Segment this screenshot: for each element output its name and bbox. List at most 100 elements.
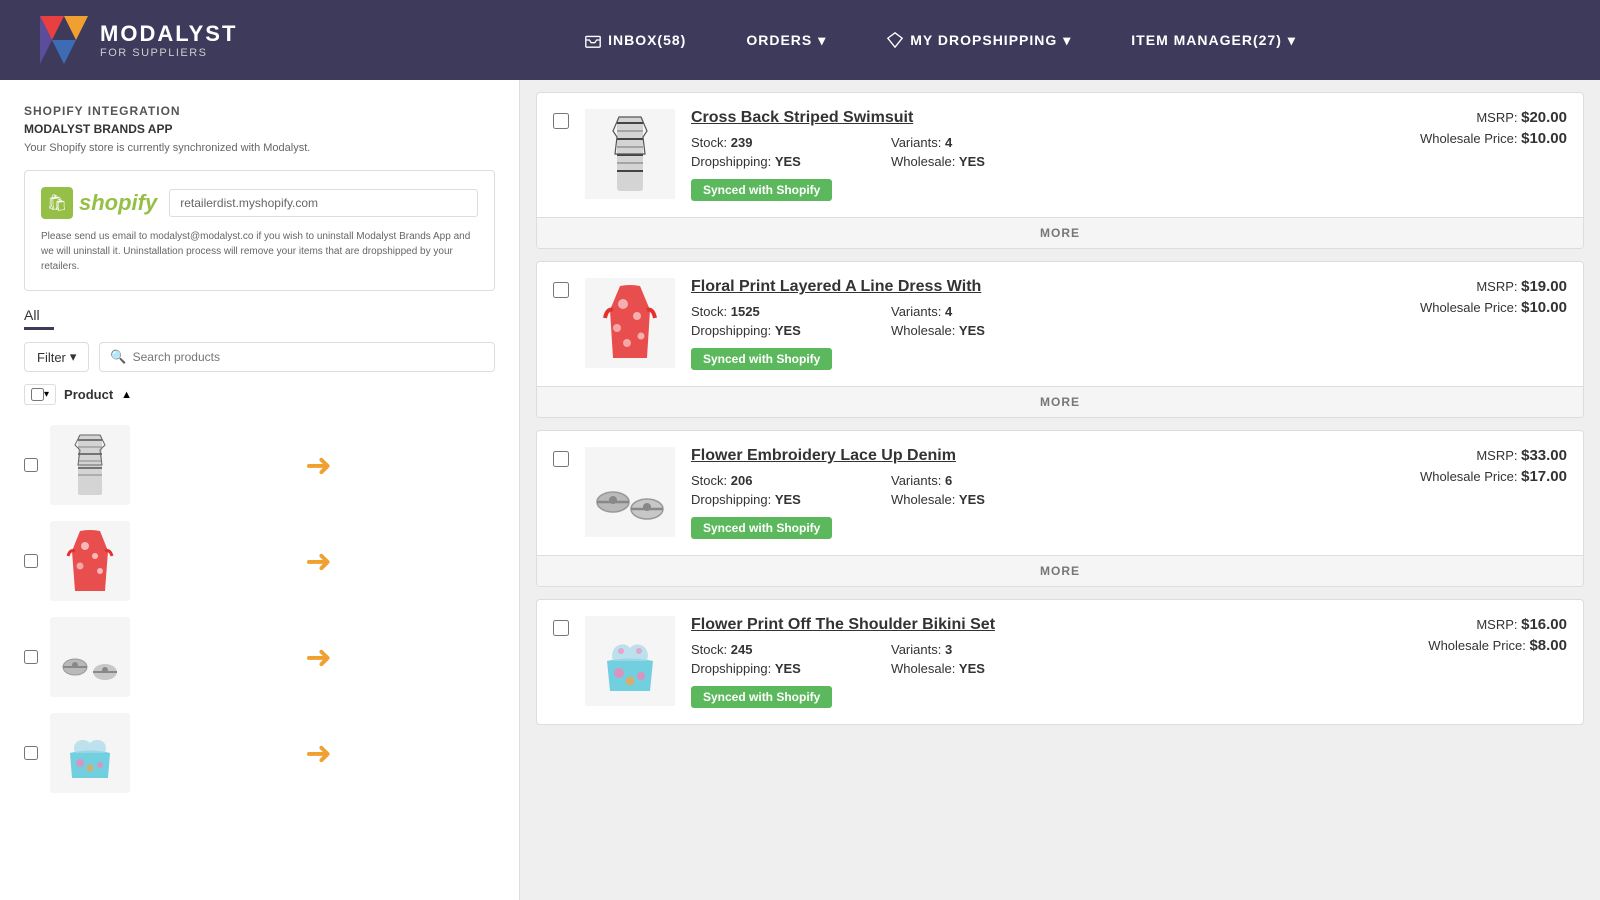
product-2-wholesale-label: Wholesale: YES bbox=[891, 323, 1091, 338]
product-4-wholesale-price: Wholesale Price: $8.00 bbox=[1367, 637, 1567, 654]
search-icon: 🔍 bbox=[110, 349, 126, 365]
shopify-url-input[interactable] bbox=[169, 189, 478, 217]
product-3-dropshipping: Dropshipping: YES bbox=[691, 492, 891, 507]
diamond-icon bbox=[886, 31, 904, 49]
dropshipping-chevron: ▾ bbox=[1063, 32, 1071, 49]
search-wrap[interactable]: 🔍 bbox=[99, 342, 495, 372]
product-3-name[interactable]: Flower Embroidery Lace Up Denim bbox=[691, 447, 1351, 465]
product-3-more[interactable]: MORE bbox=[537, 555, 1583, 586]
item-2-checkbox[interactable] bbox=[24, 554, 38, 568]
product-card-2-inner: Floral Print Layered A Line Dress With S… bbox=[537, 262, 1583, 386]
product-2-image bbox=[585, 278, 675, 368]
main-nav: INBOX(58) ORDERS ▾ MY DROPSHIPPING ▾ ITE… bbox=[320, 31, 1560, 49]
shopify-bag-icon: 🛍 bbox=[41, 187, 73, 219]
product-1-details: Cross Back Striped Swimsuit Stock: 239 V… bbox=[691, 109, 1351, 201]
product-col-label: Product bbox=[64, 387, 113, 402]
item-3-thumbnail bbox=[50, 617, 130, 697]
logo-title: MODALYST bbox=[100, 21, 237, 47]
product-2-price: MSRP: $19.00 Wholesale Price: $10.00 bbox=[1367, 278, 1567, 316]
shopify-note: Please send us email to modalyst@modalys… bbox=[41, 229, 478, 274]
list-item: ➜ bbox=[24, 417, 495, 513]
product-1-more[interactable]: MORE bbox=[537, 217, 1583, 248]
product-3-checkbox[interactable] bbox=[553, 451, 569, 467]
filter-button[interactable]: Filter ▾ bbox=[24, 342, 89, 372]
shopify-row: 🛍 shopify bbox=[41, 187, 478, 219]
item-3-arrow: ➜ bbox=[142, 638, 495, 676]
item-4-thumbnail bbox=[50, 713, 130, 793]
orders-chevron: ▾ bbox=[818, 32, 826, 49]
logo-icon bbox=[40, 16, 88, 64]
product-card-3: Flower Embroidery Lace Up Denim Stock: 2… bbox=[536, 430, 1584, 587]
product-4-checkbox[interactable] bbox=[553, 620, 569, 636]
product-4-stock: Stock: 245 bbox=[691, 642, 891, 657]
item-2-thumbnail bbox=[50, 521, 130, 601]
thumbnail-list: ➜ ➜ bbox=[24, 417, 495, 801]
item-manager-chevron: ▾ bbox=[1288, 32, 1296, 49]
product-3-image bbox=[585, 447, 675, 537]
product-card-4-inner: Flower Print Off The Shoulder Bikini Set… bbox=[537, 600, 1583, 724]
inbox-icon bbox=[584, 31, 602, 49]
sidebar: SHOPIFY INTEGRATION MODALYST BRANDS APP … bbox=[0, 80, 520, 900]
product-sort-arrow: ▲ bbox=[121, 389, 132, 401]
select-all-checkbox[interactable] bbox=[31, 388, 44, 401]
item-3-checkbox[interactable] bbox=[24, 650, 38, 664]
product-2-msrp: MSRP: $19.00 bbox=[1367, 278, 1567, 295]
item-1-checkbox[interactable] bbox=[24, 458, 38, 472]
product-3-msrp: MSRP: $33.00 bbox=[1367, 447, 1567, 464]
product-1-synced-badge: Synced with Shopify bbox=[691, 179, 832, 201]
list-item: ➜ bbox=[24, 705, 495, 801]
checkbox-chevron: ▾ bbox=[44, 389, 49, 400]
product-4-meta: Stock: 245 Variants: 3 Dropshipping: YES… bbox=[691, 642, 1351, 676]
nav-orders[interactable]: ORDERS ▾ bbox=[746, 32, 826, 49]
product-2-stock: Stock: 1525 bbox=[691, 304, 891, 319]
select-all-checkbox-btn[interactable]: ▾ bbox=[24, 384, 56, 405]
product-card-1: Cross Back Striped Swimsuit Stock: 239 V… bbox=[536, 92, 1584, 249]
list-item: ➜ bbox=[24, 513, 495, 609]
product-4-name[interactable]: Flower Print Off The Shoulder Bikini Set bbox=[691, 616, 1351, 634]
product-1-name[interactable]: Cross Back Striped Swimsuit bbox=[691, 109, 1351, 127]
nav-inbox[interactable]: INBOX(58) bbox=[584, 31, 686, 49]
header: MODALYST FOR SUPPLIERS INBOX(58) ORDERS … bbox=[0, 0, 1600, 80]
product-4-image bbox=[585, 616, 675, 706]
product-1-dropshipping: Dropshipping: YES bbox=[691, 154, 891, 169]
filter-row: Filter ▾ 🔍 bbox=[24, 342, 495, 372]
product-1-image bbox=[585, 109, 675, 199]
product-4-variants: Variants: 3 bbox=[891, 642, 1091, 657]
item-1-arrow: ➜ bbox=[142, 446, 495, 484]
product-3-meta: Stock: 206 Variants: 6 Dropshipping: YES… bbox=[691, 473, 1351, 507]
product-card-1-inner: Cross Back Striped Swimsuit Stock: 239 V… bbox=[537, 93, 1583, 217]
product-1-msrp: MSRP: $20.00 bbox=[1367, 109, 1567, 126]
product-1-wholesale-label: Wholesale: YES bbox=[891, 154, 1091, 169]
nav-item-manager[interactable]: ITEM MANAGER(27) ▾ bbox=[1131, 32, 1296, 49]
product-2-meta: Stock: 1525 Variants: 4 Dropshipping: YE… bbox=[691, 304, 1351, 338]
product-3-details: Flower Embroidery Lace Up Denim Stock: 2… bbox=[691, 447, 1351, 539]
product-4-msrp: MSRP: $16.00 bbox=[1367, 616, 1567, 633]
item-2-arrow: ➜ bbox=[142, 542, 495, 580]
logo-area: MODALYST FOR SUPPLIERS bbox=[40, 16, 320, 64]
product-4-details: Flower Print Off The Shoulder Bikini Set… bbox=[691, 616, 1351, 708]
product-card-3-inner: Flower Embroidery Lace Up Denim Stock: 2… bbox=[537, 431, 1583, 555]
filter-chevron: ▾ bbox=[70, 349, 77, 365]
product-card-2: Floral Print Layered A Line Dress With S… bbox=[536, 261, 1584, 418]
product-4-dropshipping: Dropshipping: YES bbox=[691, 661, 891, 676]
search-input[interactable] bbox=[133, 350, 484, 364]
product-2-more[interactable]: MORE bbox=[537, 386, 1583, 417]
nav-dropshipping[interactable]: MY DROPSHIPPING ▾ bbox=[886, 31, 1071, 49]
logo-subtitle: FOR SUPPLIERS bbox=[100, 47, 237, 59]
sync-desc: Your Shopify store is currently synchron… bbox=[24, 142, 495, 154]
product-1-checkbox[interactable] bbox=[553, 113, 569, 129]
product-2-synced-badge: Synced with Shopify bbox=[691, 348, 832, 370]
product-3-wholesale-price: Wholesale Price: $17.00 bbox=[1367, 468, 1567, 485]
product-2-wholesale-price: Wholesale Price: $10.00 bbox=[1367, 299, 1567, 316]
product-1-meta: Stock: 239 Variants: 4 Dropshipping: YES… bbox=[691, 135, 1351, 169]
product-2-checkbox[interactable] bbox=[553, 282, 569, 298]
filter-label: Filter bbox=[37, 350, 66, 365]
product-3-price: MSRP: $33.00 Wholesale Price: $17.00 bbox=[1367, 447, 1567, 485]
all-underline bbox=[24, 327, 54, 330]
product-3-variants: Variants: 6 bbox=[891, 473, 1091, 488]
product-4-wholesale-label: Wholesale: YES bbox=[891, 661, 1091, 676]
product-2-name[interactable]: Floral Print Layered A Line Dress With bbox=[691, 278, 1351, 296]
item-4-checkbox[interactable] bbox=[24, 746, 38, 760]
product-3-wholesale-label: Wholesale: YES bbox=[891, 492, 1091, 507]
logo-text: MODALYST FOR SUPPLIERS bbox=[100, 21, 237, 59]
